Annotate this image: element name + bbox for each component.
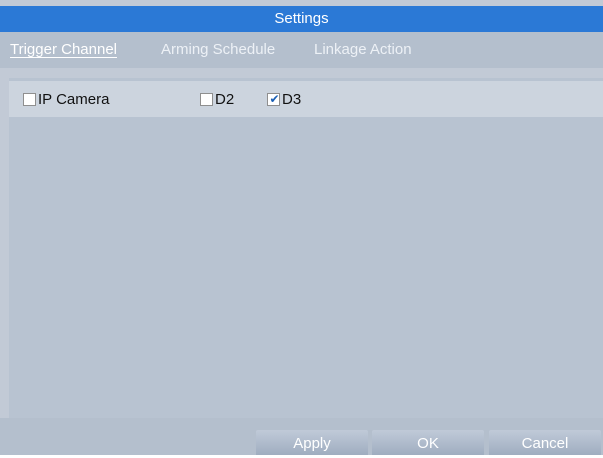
ip-camera-checkbox[interactable]: IP Camera: [23, 91, 109, 108]
channel-panel: IP Camera D2 ✔ D3: [9, 78, 603, 418]
tab-bar: Trigger Channel Arming Schedule Linkage …: [0, 32, 603, 68]
d2-checkbox[interactable]: D2: [200, 91, 234, 108]
channel-row: IP Camera D2 ✔ D3: [9, 81, 603, 117]
tab-arming-schedule[interactable]: Arming Schedule: [161, 41, 275, 58]
checkbox-box[interactable]: [200, 93, 213, 106]
settings-dialog: Settings Trigger Channel Arming Schedule…: [0, 0, 603, 455]
dialog-title: Settings: [0, 6, 603, 32]
checkbox-label: IP Camera: [38, 91, 110, 108]
checkbox-label: D2: [215, 91, 235, 108]
checkbox-box[interactable]: [23, 93, 36, 106]
ok-button[interactable]: OK: [372, 430, 484, 455]
apply-button[interactable]: Apply: [256, 430, 368, 455]
tab-linkage-action[interactable]: Linkage Action: [314, 41, 412, 58]
checkbox-box[interactable]: ✔: [267, 92, 280, 106]
button-bar: Apply OK Cancel: [0, 418, 603, 455]
tab-trigger-channel[interactable]: Trigger Channel: [10, 41, 117, 58]
d3-checkbox[interactable]: ✔ D3: [267, 91, 301, 108]
checkmark-icon: ✔: [269, 92, 280, 106]
checkbox-label: D3: [282, 91, 302, 108]
cancel-button[interactable]: Cancel: [489, 430, 601, 455]
